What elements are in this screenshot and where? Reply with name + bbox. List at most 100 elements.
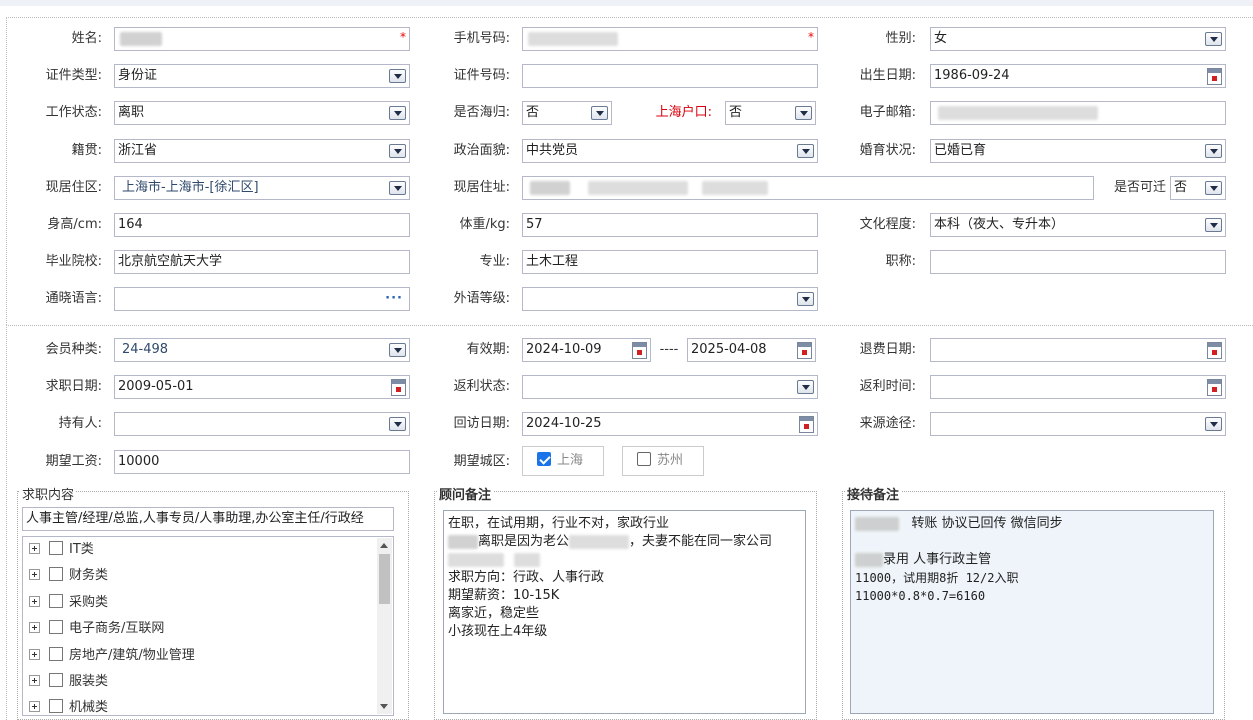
shanghai-hukou-select[interactable]: 否 (725, 101, 816, 125)
dropdown-arrow-icon[interactable] (1205, 32, 1222, 46)
validity-from-field[interactable]: 2024-10-09 (522, 338, 651, 362)
checkbox-icon[interactable] (49, 594, 63, 608)
expand-icon[interactable] (29, 596, 40, 607)
city-option-shanghai[interactable]: 上海 (522, 446, 604, 476)
dropdown-arrow-icon[interactable] (1205, 181, 1222, 195)
dropdown-arrow-icon[interactable] (389, 69, 406, 83)
education-select[interactable]: 本科（夜大、专升本） (930, 213, 1226, 237)
shanghai-hukou-label: 上海户口: (655, 105, 712, 120)
name-field[interactable]: * (114, 27, 410, 51)
city-label: 期望城区: (453, 454, 510, 469)
tree-item-finance[interactable]: 财务类 (29, 566, 108, 586)
source-select[interactable] (930, 412, 1226, 436)
expand-icon[interactable] (29, 675, 40, 686)
checkbox-icon[interactable] (49, 647, 63, 661)
weight-field[interactable]: 57 (522, 213, 818, 237)
calendar-icon[interactable] (799, 416, 814, 433)
job-date-field[interactable]: 2009-05-01 (114, 375, 410, 399)
masked-phone (528, 31, 618, 46)
dropdown-arrow-icon[interactable] (389, 144, 406, 158)
visit-date-field[interactable]: 2024-10-25 (522, 412, 818, 436)
salary-field[interactable]: 10000 (114, 450, 410, 474)
major-field[interactable]: 土木工程 (522, 250, 818, 274)
checkbox-icon[interactable] (49, 673, 63, 687)
member-type-select[interactable]: 24-498 (114, 338, 410, 362)
residence-area-select[interactable]: 上海市-上海市-[徐汇区] (114, 176, 410, 200)
work-status-label: 工作状态: (45, 105, 102, 120)
checkbox-icon[interactable] (49, 567, 63, 581)
tree-item-it[interactable]: IT类 (29, 540, 94, 560)
dropdown-arrow-icon[interactable] (389, 181, 406, 195)
checkbox-checked-icon[interactable] (537, 452, 551, 466)
calendar-icon[interactable] (1207, 342, 1222, 359)
id-number-field[interactable] (522, 64, 818, 88)
school-field[interactable]: 北京航空航天大学 (114, 250, 410, 274)
dropdown-arrow-icon[interactable] (1205, 144, 1222, 158)
marital-status-select[interactable]: 已婚已育 (930, 139, 1226, 163)
expand-icon[interactable] (29, 569, 40, 580)
tree-item-purchasing[interactable]: 采购类 (29, 593, 108, 613)
dropdown-arrow-icon[interactable] (389, 343, 406, 357)
city-option-suzhou[interactable]: 苏州 (622, 446, 704, 476)
height-field[interactable]: 164 (114, 213, 410, 237)
birth-date-field[interactable]: 1986-09-24 (930, 64, 1226, 88)
calendar-icon[interactable] (632, 342, 647, 359)
dropdown-arrow-icon[interactable] (797, 292, 814, 306)
relocatable-select[interactable]: 否 (1170, 176, 1226, 200)
tree-item-apparel[interactable]: 服装类 (29, 672, 108, 692)
checkbox-icon[interactable] (49, 699, 63, 713)
id-type-select[interactable]: 身份证 (114, 64, 410, 88)
expand-icon[interactable] (29, 649, 40, 660)
checkbox-icon[interactable] (49, 541, 63, 555)
tree-item-real-estate[interactable]: 房地产/建筑/物业管理 (29, 646, 195, 666)
work-status-select[interactable]: 离职 (114, 101, 410, 125)
dropdown-arrow-icon[interactable] (795, 106, 812, 120)
validity-to-field[interactable]: 2025-04-08 (687, 338, 816, 362)
checkbox-icon[interactable] (637, 452, 651, 466)
calendar-icon[interactable] (1207, 68, 1222, 85)
tree-item-machinery[interactable]: 机械类 (29, 698, 108, 715)
calendar-icon[interactable] (1207, 379, 1222, 396)
dropdown-arrow-icon[interactable] (797, 144, 814, 158)
scroll-up-icon[interactable] (380, 543, 388, 548)
title-field[interactable] (930, 250, 1226, 274)
expand-icon[interactable] (29, 701, 40, 712)
rebate-time-field[interactable] (930, 375, 1226, 399)
rebate-status-select[interactable] (522, 375, 818, 399)
returnee-select[interactable]: 否 (522, 101, 612, 125)
foreign-level-select[interactable] (522, 287, 818, 311)
languages-field[interactable]: ··· (114, 287, 410, 311)
residence-area-label: 现居住区: (45, 180, 102, 195)
scroll-down-icon[interactable] (380, 704, 388, 709)
dropdown-arrow-icon[interactable] (1205, 417, 1222, 431)
dropdown-arrow-icon[interactable] (591, 106, 608, 120)
dropdown-arrow-icon[interactable] (389, 106, 406, 120)
native-place-select[interactable]: 浙江省 (114, 139, 410, 163)
required-mark: * (400, 30, 406, 44)
job-content-selected-field[interactable]: 人事主管/经理/总监,人事专员/人事助理,办公室主任/行政经 (22, 507, 394, 531)
reception-notes-textarea[interactable]: 转账 协议已回传 微信同步 录用 人事行政主管 11000，试用期8折 12/2… (850, 510, 1214, 714)
dropdown-arrow-icon[interactable] (797, 380, 814, 394)
checkbox-icon[interactable] (49, 620, 63, 634)
scrollbar-thumb[interactable] (379, 554, 390, 604)
holder-select[interactable] (114, 412, 410, 436)
more-options-icon[interactable]: ··· (385, 288, 403, 310)
calendar-icon[interactable] (797, 342, 812, 359)
residence-address-field[interactable] (522, 176, 1094, 200)
tree-item-ecommerce[interactable]: 电子商务/互联网 (29, 619, 164, 639)
phone-field[interactable]: * (522, 27, 818, 51)
refund-date-label: 退费日期: (859, 342, 916, 357)
expand-icon[interactable] (29, 622, 40, 633)
dropdown-arrow-icon[interactable] (389, 417, 406, 431)
refund-date-field[interactable] (930, 338, 1226, 362)
dropdown-arrow-icon[interactable] (1205, 218, 1222, 232)
email-field[interactable] (930, 101, 1226, 125)
political-status-select[interactable]: 中共党员 (522, 139, 818, 163)
expand-icon[interactable] (29, 543, 40, 554)
id-type-label: 证件类型: (45, 68, 102, 83)
calendar-icon[interactable] (391, 379, 406, 396)
tree-scrollbar[interactable] (377, 538, 392, 714)
masked-text (855, 516, 899, 531)
gender-select[interactable]: 女 (930, 27, 1226, 51)
advisor-notes-textarea[interactable]: 在职，在试用期，行业不对，家政行业 离职是因为老公 ，夫妻不能在同一家公司 求职方… (443, 510, 806, 714)
